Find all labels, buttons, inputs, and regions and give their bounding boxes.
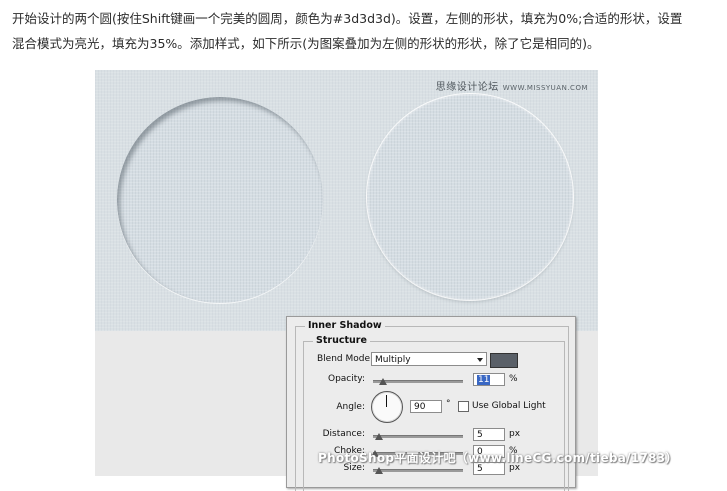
angle-dial[interactable] [371, 391, 403, 423]
size-slider-handle[interactable] [375, 467, 383, 474]
shadow-color-swatch[interactable] [490, 353, 518, 368]
opacity-input[interactable]: 11 [473, 373, 505, 386]
opacity-value: 11 [477, 375, 491, 385]
forum-watermark-url: WWW.MISSYUAN.COM [502, 84, 588, 92]
blend-mode-label: Blend Mode: [317, 354, 374, 364]
distance-unit: px [509, 429, 521, 439]
angle-label: Angle: [336, 402, 365, 412]
blend-mode-select[interactable]: Multiply [371, 352, 487, 366]
left-circle-shape [117, 97, 323, 303]
intro-line-2: 混合模式为亮光，填充为35%。添加样式，如下所示(为图案叠加为左侧的形状的形状，… [12, 36, 600, 51]
site-watermark: PhotoShop平面设计吧（www.lineCG.com/tieba/1783… [318, 451, 678, 465]
angle-value: 90 [414, 402, 426, 412]
use-global-light-checkbox[interactable] [458, 401, 469, 412]
use-global-light-label: Use Global Light [472, 401, 546, 411]
chevron-down-icon [477, 358, 483, 362]
structure-title: Structure [313, 335, 370, 346]
distance-input[interactable]: 5 [473, 428, 505, 441]
canvas-texture-area: 思缘设计论坛 WWW.MISSYUAN.COM [95, 70, 598, 331]
article-intro: 开始设计的两个圆(按住Shift键画一个完美的圆周，颜色为#3d3d3d)。设置… [12, 6, 712, 56]
forum-watermark-name: 思缘设计论坛 [435, 82, 499, 93]
distance-value: 5 [477, 430, 483, 440]
inner-shadow-title: Inner Shadow [305, 320, 385, 331]
intro-line-1: 开始设计的两个圆(按住Shift键画一个完美的圆周，颜色为#3d3d3d)。设置… [12, 11, 683, 26]
blend-mode-value: Multiply [375, 355, 411, 365]
distance-slider-track[interactable] [373, 435, 463, 438]
distance-slider-handle[interactable] [375, 433, 383, 440]
size-slider-track[interactable] [373, 469, 463, 472]
opacity-label: Opacity: [328, 374, 365, 384]
right-circle-shape [367, 94, 573, 300]
opacity-slider-handle[interactable] [379, 378, 387, 385]
distance-label: Distance: [322, 429, 365, 439]
opacity-unit: % [509, 374, 518, 384]
forum-watermark: 思缘设计论坛 WWW.MISSYUAN.COM [436, 78, 588, 93]
angle-needle [386, 395, 387, 407]
angle-input[interactable]: 90 [410, 400, 442, 413]
angle-unit: ° [446, 399, 451, 409]
